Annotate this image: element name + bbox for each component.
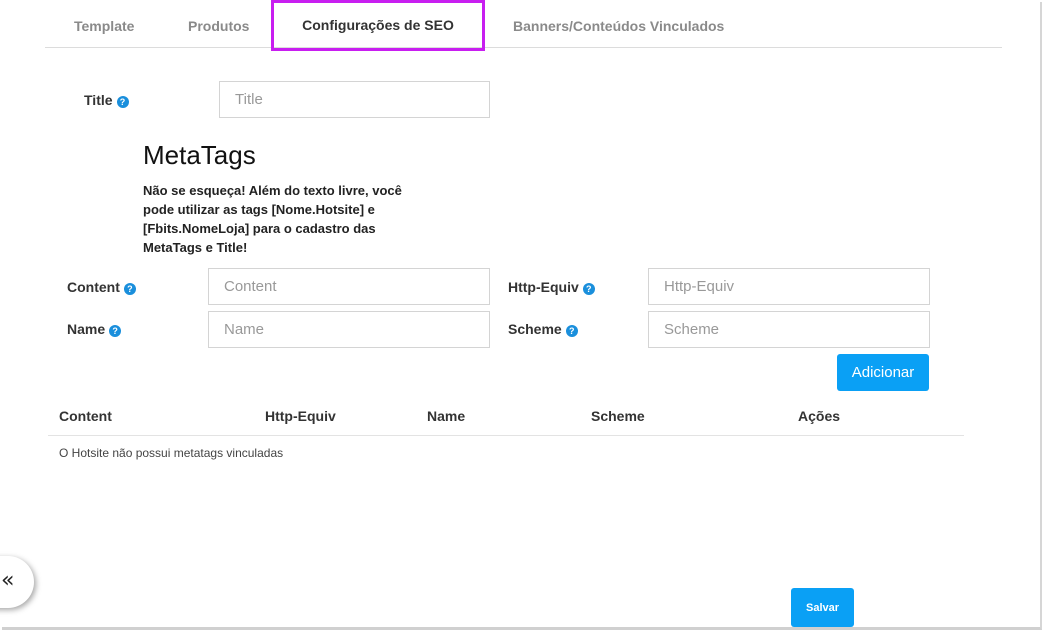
help-icon[interactable]: ?: [109, 325, 122, 337]
table-header-http-equiv: Http-Equiv: [265, 408, 336, 424]
scheme-label: Scheme?: [508, 321, 578, 337]
tab-banners-conteudos[interactable]: Banners/Conteúdos Vinculados: [513, 0, 724, 47]
http-equiv-input[interactable]: [648, 268, 930, 305]
title-label-text: Title: [84, 92, 113, 108]
tab-configuracoes-seo[interactable]: Configurações de SEO: [271, 0, 485, 51]
table-header-name: Name: [427, 408, 466, 424]
name-label: Name?: [67, 321, 122, 337]
save-button[interactable]: Salvar: [791, 588, 854, 627]
content-label-text: Content: [67, 279, 120, 295]
metatags-heading: MetaTags: [143, 140, 256, 170]
help-icon[interactable]: ?: [565, 325, 578, 337]
help-icon[interactable]: ?: [123, 283, 136, 295]
content-label: Content?: [67, 279, 136, 295]
table-header-acoes: Ações: [798, 408, 841, 424]
double-chevron-left-icon: «: [1, 568, 15, 593]
tab-bar: Template Produtos Configurações de SEO B…: [45, 0, 1002, 51]
scheme-input[interactable]: [648, 311, 930, 348]
scheme-label-text: Scheme: [508, 321, 562, 337]
table-header-scheme: Scheme: [591, 408, 645, 424]
tab-produtos[interactable]: Produtos: [188, 0, 249, 47]
title-label: Title?: [84, 92, 129, 108]
title-input[interactable]: [219, 81, 490, 118]
name-input[interactable]: [208, 311, 490, 348]
http-equiv-label: Http-Equiv?: [508, 279, 595, 295]
content-input[interactable]: [208, 268, 490, 305]
help-icon[interactable]: ?: [582, 283, 595, 295]
table-header-content: Content: [59, 408, 112, 424]
add-button[interactable]: Adicionar: [837, 354, 929, 391]
metatags-note: Não se esqueça! Além do texto livre, voc…: [143, 183, 402, 255]
table-empty-message: O Hotsite não possui metatags vinculadas: [59, 446, 284, 460]
help-icon[interactable]: ?: [116, 96, 129, 108]
table-divider: [48, 435, 964, 436]
http-equiv-label-text: Http-Equiv: [508, 279, 579, 295]
name-label-text: Name: [67, 321, 106, 337]
tab-template[interactable]: Template: [74, 0, 134, 47]
